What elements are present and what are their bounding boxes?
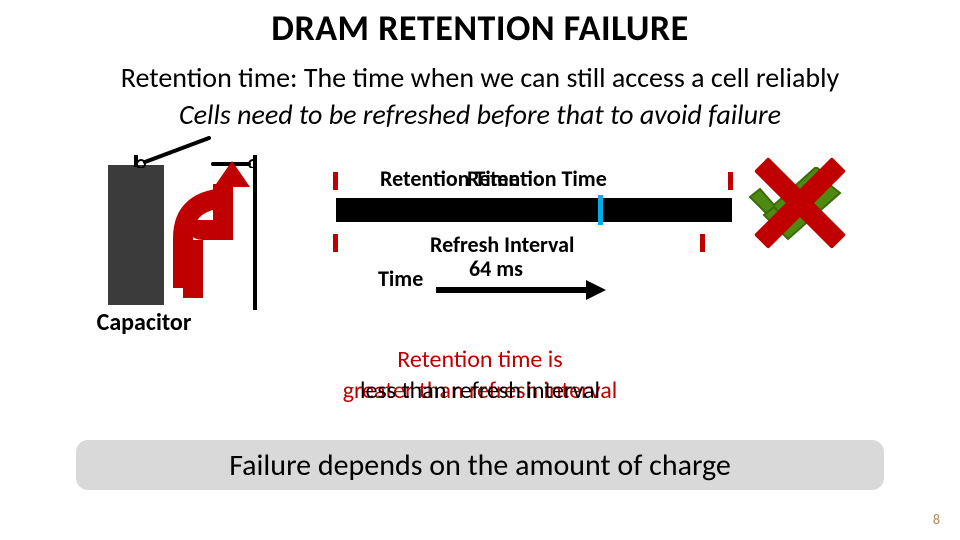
retention-statement-overlay: less than refresh interval: [360, 376, 600, 405]
timeline-marker-icon: [598, 195, 603, 225]
retention-time-label-b: Retention Time: [467, 165, 607, 192]
timeline-bar: [336, 198, 732, 222]
x-mark-icon: [748, 154, 846, 252]
tick-mark-icon: [333, 172, 338, 190]
definition-line-2: Cells need to be refreshed before that t…: [0, 97, 960, 132]
time-arrow-icon: [436, 278, 606, 302]
capacitor-label: Capacitor: [84, 308, 204, 337]
wire-segment: [253, 155, 257, 310]
tick-mark-icon: [700, 234, 705, 252]
summary-bar: Failure depends on the amount of charge: [76, 440, 884, 490]
time-axis-label: Time: [378, 265, 423, 292]
retention-statement-line2: greater than refresh interval less than …: [0, 376, 960, 405]
charge-leak-arrow-icon: [213, 184, 233, 240]
tick-mark-icon: [333, 234, 338, 252]
refresh-interval-label: Refresh Interval: [430, 231, 574, 258]
summary-text: Failure depends on the amount of charge: [229, 447, 731, 484]
charge-leak-arrow-icon: [183, 240, 203, 298]
capacitor-icon: [108, 165, 164, 305]
arrow-up-icon: [214, 161, 250, 187]
slide: DRAM RETENTION FAILURE Retention time: T…: [0, 0, 960, 540]
retention-statement-line1: Retention time is: [0, 345, 960, 374]
slide-title: DRAM RETENTION FAILURE: [0, 6, 960, 50]
tick-mark-icon: [728, 172, 733, 190]
page-number: 8: [933, 511, 940, 528]
definition-line-1: Retention time: The time when we can sti…: [0, 60, 960, 95]
